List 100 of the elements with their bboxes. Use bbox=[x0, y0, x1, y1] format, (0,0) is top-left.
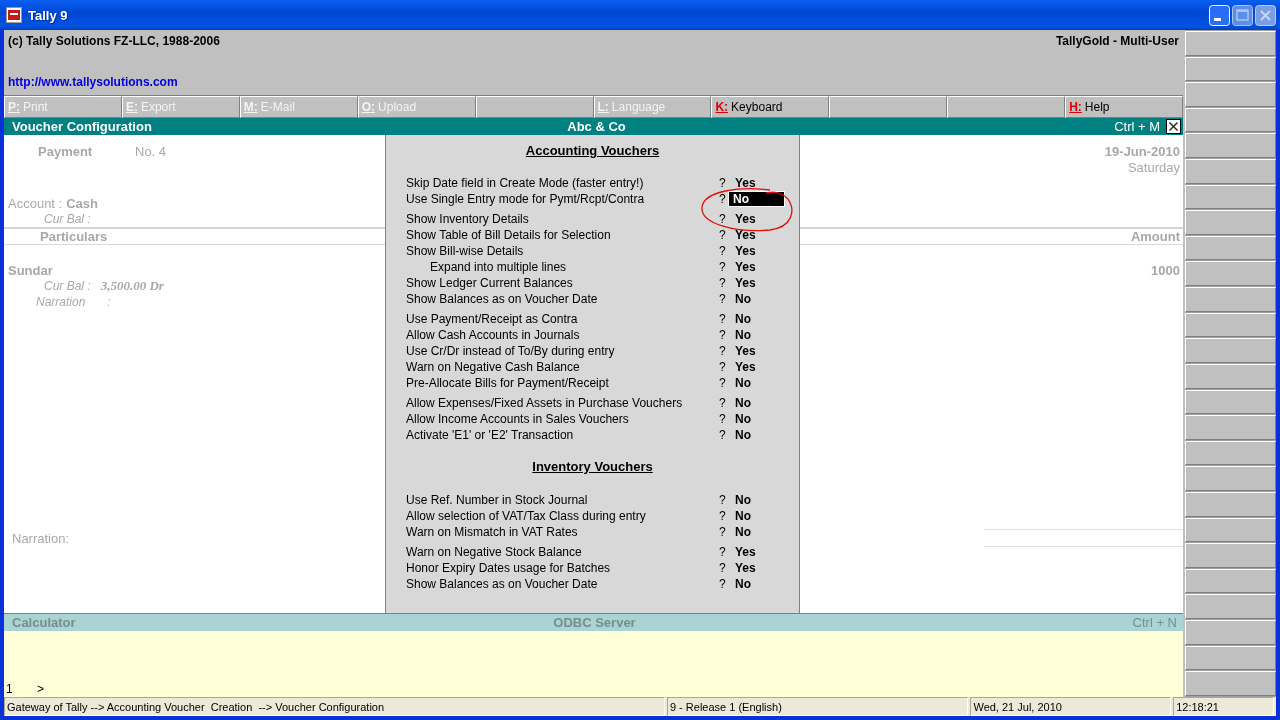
side-button[interactable] bbox=[1185, 568, 1276, 594]
side-button[interactable] bbox=[1185, 312, 1276, 338]
window-title: Tally 9 bbox=[28, 7, 69, 23]
side-button[interactable] bbox=[1185, 210, 1276, 235]
prompt-mark: ? bbox=[719, 360, 727, 374]
setting-label: Allow selection of VAT/Tax Class during entry bbox=[406, 509, 647, 523]
setting-label: Allow Expenses/Fixed Assets in Purchase Vouchers bbox=[406, 396, 684, 410]
prompt-mark: ? bbox=[719, 192, 727, 206]
account-name: Cash bbox=[66, 195, 98, 211]
prompt-mark: ? bbox=[719, 428, 727, 442]
status-text: 12:18:21 bbox=[1173, 697, 1274, 716]
setting-value[interactable]: No bbox=[731, 577, 778, 591]
column-header: Particulars bbox=[40, 229, 108, 244]
setting-label: Warn on Negative Cash Balance bbox=[406, 360, 581, 374]
side-button[interactable] bbox=[1185, 620, 1276, 645]
ledger-name: Sundar bbox=[8, 262, 53, 278]
side-button[interactable] bbox=[1185, 287, 1276, 312]
menu-button[interactable]: K: Keyboard bbox=[711, 96, 830, 118]
maximize-icon[interactable] bbox=[1232, 4, 1253, 26]
side-button[interactable] bbox=[1185, 133, 1276, 159]
side-button[interactable] bbox=[1185, 56, 1276, 82]
current-balance-value: 3,500.00 Dr bbox=[100, 278, 164, 294]
close-icon[interactable] bbox=[1166, 119, 1181, 134]
setting-label: Show Balances as on Voucher Date bbox=[406, 292, 599, 306]
blank-button[interactable] bbox=[829, 96, 948, 118]
amount-value: 1000 bbox=[1151, 262, 1180, 278]
setting-value[interactable]: Yes bbox=[731, 276, 778, 290]
setting-value[interactable]: No bbox=[731, 412, 778, 426]
setting-label: Honor Expiry Dates usage for Batches bbox=[406, 561, 612, 575]
setting-value[interactable]: No bbox=[731, 509, 778, 523]
side-button[interactable] bbox=[1185, 466, 1276, 491]
side-button[interactable] bbox=[1185, 415, 1276, 440]
voucher-number: No. 4 bbox=[135, 143, 167, 159]
prompt-mark: ? bbox=[719, 312, 727, 326]
setting-label: Activate 'E1' or 'E2' Transaction bbox=[406, 428, 575, 442]
setting-value[interactable]: Yes bbox=[731, 545, 778, 559]
setting-value[interactable]: Yes bbox=[731, 561, 778, 575]
prompt-mark: ? bbox=[719, 328, 727, 342]
blank-button[interactable] bbox=[475, 96, 594, 118]
side-button[interactable] bbox=[1185, 594, 1276, 619]
prompt-mark: ? bbox=[719, 525, 727, 539]
setting-value[interactable]: Yes bbox=[731, 176, 778, 190]
setting-value[interactable]: No bbox=[731, 376, 778, 390]
setting-value[interactable]: Yes bbox=[731, 360, 778, 374]
setting-value[interactable]: No bbox=[729, 192, 784, 206]
setting-value[interactable]: No bbox=[731, 292, 778, 306]
setting-label: Show Balances as on Voucher Date bbox=[406, 577, 599, 591]
setting-value[interactable]: No bbox=[731, 428, 778, 442]
line-number: 1 bbox=[6, 682, 14, 696]
screen-title: Voucher Configuration bbox=[12, 119, 153, 134]
prompt-mark: ? bbox=[719, 412, 727, 426]
side-button[interactable] bbox=[1185, 184, 1276, 210]
side-button[interactable] bbox=[1185, 82, 1276, 107]
setting-label: Warn on Negative Stock Balance bbox=[406, 545, 583, 559]
menu-button[interactable]: H: Help bbox=[1065, 96, 1184, 118]
column-header: Amount bbox=[1130, 229, 1180, 244]
side-button[interactable] bbox=[1185, 261, 1276, 287]
side-button[interactable] bbox=[1185, 543, 1276, 568]
setting-value[interactable]: No bbox=[731, 396, 778, 410]
side-button[interactable] bbox=[1185, 31, 1276, 56]
setting-value[interactable]: No bbox=[731, 493, 778, 507]
side-button[interactable] bbox=[1185, 389, 1276, 415]
setting-label: Show Bill-wise Details bbox=[406, 244, 525, 258]
minimize-icon[interactable] bbox=[1209, 4, 1230, 26]
side-button[interactable] bbox=[1185, 363, 1276, 389]
setting-label: Use Single Entry mode for Pymt/Rcpt/Contra bbox=[406, 192, 646, 206]
setting-label: Use Payment/Receipt as Contra bbox=[406, 312, 579, 326]
setting-value[interactable]: Yes bbox=[731, 344, 778, 358]
setting-value[interactable]: No bbox=[731, 525, 778, 539]
side-button[interactable] bbox=[1185, 107, 1276, 133]
section-title: Accounting Vouchers bbox=[525, 143, 660, 159]
server-label: ODBC Server bbox=[553, 615, 636, 630]
prompt-mark: ? bbox=[719, 260, 727, 274]
side-button[interactable] bbox=[1185, 491, 1276, 517]
current-balance-label: Cur Bal : bbox=[44, 279, 91, 293]
status-text: Gateway of Tally --> Accounting Voucher Creation --> Voucher Configuration bbox=[4, 697, 665, 716]
side-button[interactable] bbox=[1185, 645, 1276, 671]
setting-value[interactable]: Yes bbox=[731, 212, 778, 226]
app-logo-icon bbox=[6, 7, 22, 23]
side-button[interactable] bbox=[1185, 671, 1276, 696]
prompt-mark: ? bbox=[719, 212, 727, 226]
prompt-mark: ? bbox=[719, 577, 727, 591]
setting-value[interactable]: No bbox=[731, 328, 778, 342]
prompt-mark: ? bbox=[719, 344, 727, 358]
prompt-mark: ? bbox=[719, 176, 727, 190]
side-button[interactable] bbox=[1185, 338, 1276, 363]
status-text: Wed, 21 Jul, 2010 bbox=[970, 697, 1172, 716]
setting-value[interactable]: Yes bbox=[731, 260, 778, 274]
side-button[interactable] bbox=[1185, 235, 1276, 261]
website-link[interactable]: http://www.tallysolutions.com bbox=[8, 75, 178, 89]
prompt-mark: ? bbox=[719, 376, 727, 390]
side-button[interactable] bbox=[1185, 159, 1276, 184]
setting-value[interactable]: Yes bbox=[731, 228, 778, 242]
side-button[interactable] bbox=[1185, 440, 1276, 466]
prompt-mark: ? bbox=[719, 545, 727, 559]
prompt-mark: ? bbox=[719, 292, 727, 306]
setting-value[interactable]: Yes bbox=[731, 244, 778, 258]
blank-button[interactable] bbox=[947, 96, 1066, 118]
setting-value[interactable]: No bbox=[731, 312, 778, 326]
side-button[interactable] bbox=[1185, 517, 1276, 543]
